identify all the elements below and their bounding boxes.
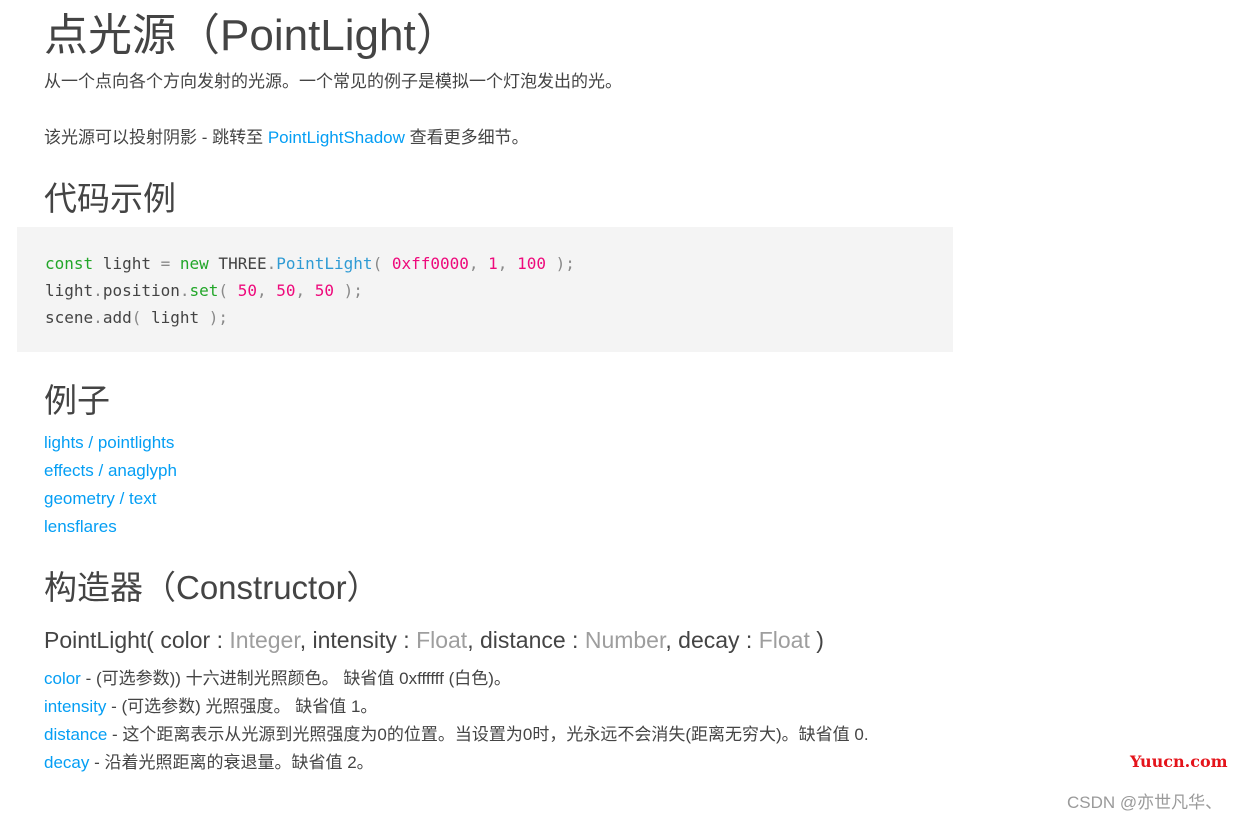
example-link-geometry-text[interactable]: geometry / text [44, 485, 177, 513]
signature-param-distance: distance [479, 627, 566, 653]
param-desc: - 沿着光照距离的衰退量。缺省值 2。 [89, 753, 374, 772]
code-token: scene [45, 308, 94, 327]
code-token: ( [372, 254, 392, 273]
intro-paragraph: 从一个点向各个方向发射的光源。一个常见的例子是模拟一个灯泡发出的光。 [44, 72, 622, 91]
param-desc: - (可选参数) 光照强度。 缺省值 1。 [106, 697, 378, 716]
signature-comma: , [665, 627, 679, 653]
signature-param-color: color [160, 627, 211, 653]
code-token: THREE [208, 254, 267, 273]
signature-separator: : [739, 627, 759, 653]
examples-list: lights / pointlights effects / anaglyph … [44, 429, 177, 541]
watermark-yuucn: Yuucn.com [1130, 752, 1228, 771]
param-link-distance[interactable]: distance [44, 725, 107, 744]
code-token: 50 [314, 281, 335, 300]
code-token: . [93, 281, 103, 300]
code-token: ); [334, 281, 363, 300]
param-list: color - (可选参数)) 十六进制光照颜色。 缺省值 0xffffff (… [44, 665, 904, 777]
param-link-intensity[interactable]: intensity [44, 697, 106, 716]
signature-comma: , [467, 627, 480, 653]
code-token: , [468, 254, 489, 273]
code-token: 50 [237, 281, 257, 300]
param-row-distance: distance - 这个距离表示从光源到光照强度为0的位置。当设置为0时，光永… [44, 721, 904, 749]
code-token: . [93, 308, 103, 327]
signature-type-float: Float [758, 627, 810, 653]
example-link-lensflares[interactable]: lensflares [44, 513, 177, 541]
signature-param-decay: decay [678, 627, 740, 653]
code-token: ( [131, 308, 151, 327]
code-example-heading: 代码示例 [44, 180, 176, 217]
signature-type-float: Float [416, 627, 468, 653]
code-token: ); [199, 308, 229, 327]
param-row-decay: decay - 沿着光照距离的衰退量。缺省值 2。 [44, 749, 904, 777]
code-token: light [150, 308, 200, 327]
code-token: = [160, 254, 171, 273]
shadow-note-prefix: 该光源可以投射阴影 - 跳转至 [44, 128, 268, 147]
code-line: const light = new THREE.PointLight( 0xff… [45, 250, 953, 277]
param-row-color: color - (可选参数)) 十六进制光照颜色。 缺省值 0xffffff (… [44, 665, 904, 693]
signature-close: ) [809, 627, 824, 653]
code-token: position [102, 281, 180, 300]
param-row-intensity: intensity - (可选参数) 光照强度。 缺省值 1。 [44, 693, 904, 721]
code-token: light [45, 281, 94, 300]
constructor-signature: PointLight( color : Integer, intensity :… [44, 624, 824, 656]
signature-param-intensity: intensity [312, 627, 397, 653]
param-link-decay[interactable]: decay [44, 753, 89, 772]
example-link-lights-pointlights[interactable]: lights / pointlights [44, 429, 177, 457]
signature-separator: : [565, 627, 585, 653]
watermark-csdn: CSDN @亦世凡华、 [1067, 793, 1223, 812]
shadow-note-paragraph: 该光源可以投射阴影 - 跳转至 PointLightShadow 查看更多细节。 [44, 126, 529, 150]
signature-comma: , [299, 627, 313, 653]
code-token: . [179, 281, 190, 300]
signature-separator: : [210, 627, 230, 653]
page-title: 点光源（PointLight） [44, 11, 460, 60]
code-token: new [179, 254, 209, 273]
code-token: set [189, 281, 219, 300]
code-token: , [295, 281, 315, 300]
code-token: , [256, 281, 277, 300]
code-token: ( [218, 281, 238, 300]
signature-type-integer: Integer [229, 627, 300, 653]
code-token: add [102, 308, 132, 327]
code-token: 50 [276, 281, 296, 300]
examples-heading: 例子 [44, 382, 110, 419]
code-token: . [266, 254, 277, 273]
code-token: 0xff0000 [391, 254, 469, 273]
code-line: scene.add( light ); [45, 304, 953, 331]
code-token: 1 [488, 254, 498, 273]
code-token: , [497, 254, 518, 273]
code-token: const [45, 254, 94, 273]
code-token: ); [545, 254, 575, 273]
pointlightshadow-link[interactable]: PointLightShadow [268, 128, 405, 147]
signature-type-number: Number [584, 627, 666, 653]
signature-separator: : [396, 627, 417, 653]
param-link-color[interactable]: color [44, 669, 81, 688]
constructor-heading: 构造器（Constructor） [44, 569, 380, 606]
param-desc: - (可选参数)) 十六进制光照颜色。 缺省值 0xffffff (白色)。 [80, 669, 511, 688]
shadow-note-suffix: 查看更多细节。 [404, 128, 529, 147]
code-block: const light = new THREE.PointLight( 0xff… [17, 227, 953, 352]
code-token: 100 [517, 254, 546, 273]
code-line: light.position.set( 50, 50, 50 ); [45, 277, 953, 304]
code-token: light [93, 254, 161, 273]
example-link-effects-anaglyph[interactable]: effects / anaglyph [44, 457, 177, 485]
param-desc: - 这个距离表示从光源到光照强度为0的位置。当设置为0时，光永远不会消失(距离无… [107, 725, 869, 744]
code-token: PointLight [276, 254, 373, 273]
signature-name: PointLight( [44, 627, 161, 653]
